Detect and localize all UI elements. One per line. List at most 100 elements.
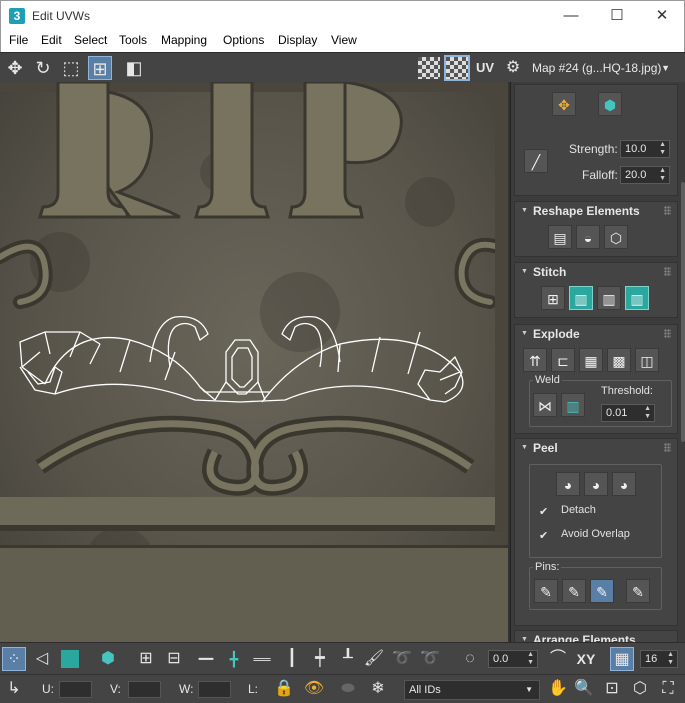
menu-tools[interactable]: Tools: [119, 33, 147, 47]
relax-settings-icon[interactable]: ⬡: [604, 225, 628, 249]
quick-peel-icon[interactable]: ◕: [556, 472, 580, 496]
arrange-header[interactable]: Arrange Elements: [515, 631, 677, 642]
maximize-button[interactable]: ☐: [594, 1, 640, 31]
zoom-selected-icon[interactable]: ⛶: [656, 677, 680, 701]
flatten-by-smoothing-icon[interactable]: ▩: [607, 348, 631, 372]
menu-file[interactable]: File: [9, 33, 28, 47]
menu-edit[interactable]: Edit: [41, 33, 62, 47]
reset-peel-icon[interactable]: ◕: [612, 472, 636, 496]
edge-mode-icon[interactable]: ◁: [30, 647, 54, 671]
menu-options[interactable]: Options: [223, 33, 264, 47]
curve-icon[interactable]: ⌒: [546, 647, 570, 671]
w-field[interactable]: [198, 681, 231, 698]
lasso-icon[interactable]: ➰: [390, 647, 414, 671]
spinner-arrows-icon: ▲ ▼: [667, 651, 674, 666]
mirror-icon[interactable]: ◧: [122, 56, 146, 80]
spinner-arrows-icon: ▲ ▼: [527, 651, 534, 666]
v-field[interactable]: [128, 681, 161, 698]
minimize-button[interactable]: —: [548, 1, 594, 31]
explode-grid-icon[interactable]: ▦: [579, 348, 603, 372]
menu-view[interactable]: View: [331, 33, 357, 47]
show-hidden-icon[interactable]: 👁: [302, 677, 326, 701]
threshold-spinner[interactable]: 0.01 ▲ ▼: [601, 404, 655, 422]
grid-value-spinner[interactable]: 16 ▲ ▼: [640, 650, 678, 668]
weld-target-icon[interactable]: ▥: [561, 393, 585, 417]
explode-rollout: Explode ⇈ ⊏ ▦ ▩ ◫ Weld ⋈ ▥ Threshold: 0.…: [514, 324, 678, 434]
edit-pins-icon[interactable]: ✎: [590, 579, 614, 603]
map-dropdown[interactable]: Map #24 (g...HQ-18.jpg) ▼: [526, 57, 678, 79]
paint-select-icon[interactable]: 🖌: [362, 647, 386, 671]
move-icon[interactable]: ✥: [3, 56, 27, 80]
xy-toggle[interactable]: XY: [572, 647, 600, 671]
freeform-mode-icon[interactable]: ⊞: [88, 56, 112, 80]
menu-mapping[interactable]: Mapping: [161, 33, 207, 47]
reshape-header[interactable]: Reshape Elements: [515, 202, 677, 220]
show-map-icon[interactable]: [444, 55, 470, 81]
stitch-average-icon[interactable]: ▥: [597, 286, 621, 310]
rotate-value-spinner[interactable]: 0.0 ▲ ▼: [488, 650, 538, 668]
stitch-to-target-icon[interactable]: ▥: [569, 286, 593, 310]
stitch-custom-icon[interactable]: ⊞: [541, 286, 565, 310]
relax-brush-icon[interactable]: ⬢: [598, 92, 622, 116]
stitch-to-source-icon[interactable]: ▥: [625, 286, 649, 310]
uv-viewport[interactable]: [0, 82, 510, 642]
menu-select[interactable]: Select: [74, 33, 107, 47]
align-vertical-icon[interactable]: ┃: [280, 647, 304, 671]
close-button[interactable]: ✕: [639, 1, 685, 31]
menu-display[interactable]: Display: [278, 33, 317, 47]
brush-rollout: ✥ ⬢ ╱ Strength: 10.0 ▲ ▼ Falloff: 20.0 ▲ ▼: [514, 84, 678, 196]
align-bottom-icon[interactable]: ┸: [336, 647, 360, 671]
falloff-spinner[interactable]: 20.0 ▲ ▼: [620, 166, 670, 184]
settings-icon[interactable]: ⚙: [501, 56, 525, 80]
pin-select-icon[interactable]: ✎: [626, 579, 650, 603]
lasso-alt-icon[interactable]: ➰: [418, 647, 442, 671]
zoom-extents-icon[interactable]: ⬡: [628, 677, 652, 701]
loop-select-icon[interactable]: ━━: [192, 647, 220, 671]
checker-pattern-icon[interactable]: [418, 57, 440, 79]
element-mode-icon[interactable]: ⬢: [96, 647, 120, 671]
avoid-overlap-checkbox[interactable]: ✔: [539, 529, 548, 542]
align-h-icon[interactable]: ┿: [308, 647, 332, 671]
flatten-by-material-icon[interactable]: ◫: [635, 348, 659, 372]
scale-icon[interactable]: ⬚: [59, 56, 83, 80]
freeze-icon[interactable]: ❄: [366, 677, 390, 701]
detach-checkbox[interactable]: ✔: [539, 505, 548, 518]
pan-icon[interactable]: ✋: [546, 677, 570, 701]
u-field[interactable]: [59, 681, 92, 698]
zoom-icon[interactable]: 🔍: [572, 677, 596, 701]
ids-dropdown[interactable]: All IDs ▼: [404, 680, 540, 700]
stitch-header[interactable]: Stitch: [515, 263, 677, 281]
explode-header[interactable]: Explode: [515, 325, 677, 343]
panel-scrollbar[interactable]: [680, 82, 685, 642]
vertex-mode-icon[interactable]: ⁘: [2, 647, 26, 671]
zoom-region-icon[interactable]: ⊡: [600, 677, 624, 701]
transform-mode-icon[interactable]: ↳: [2, 677, 26, 701]
lock-icon[interactable]: 🔒: [272, 677, 296, 701]
soft-selection-icon[interactable]: ◌: [458, 647, 482, 671]
break-icon[interactable]: ⇈: [523, 348, 547, 372]
move-brush-icon[interactable]: ✥: [552, 92, 576, 116]
strength-spinner[interactable]: 10.0 ▲ ▼: [620, 140, 670, 158]
detach-label: Detach: [561, 504, 596, 516]
scrollbar-thumb[interactable]: [681, 182, 685, 442]
threshold-value: 0.01: [606, 407, 628, 419]
uv-toggle[interactable]: UV: [473, 56, 497, 80]
face-mode-icon[interactable]: [58, 647, 82, 671]
peel-header[interactable]: Peel: [515, 439, 677, 457]
weld-selected-icon[interactable]: ⋈: [533, 393, 557, 417]
reshape-rollout: Reshape Elements ▤ ◒ ⬡: [514, 201, 678, 257]
relax-icon[interactable]: ◒: [576, 225, 600, 249]
straighten-icon[interactable]: ▤: [548, 225, 572, 249]
grid-snap-icon[interactable]: ▦: [610, 647, 634, 671]
loop-grow-icon[interactable]: ╋: [220, 647, 248, 671]
ring-select-icon[interactable]: ══: [248, 647, 276, 671]
detach-edge-icon[interactable]: ⊏: [551, 348, 575, 372]
grow-selection-icon[interactable]: ⊞: [134, 647, 158, 671]
peel-mode-icon[interactable]: ◕: [584, 472, 608, 496]
shrink-selection-icon[interactable]: ⊟: [162, 647, 186, 671]
rotate-icon[interactable]: ↻: [31, 56, 55, 80]
brush-line-icon[interactable]: ╱: [524, 149, 548, 173]
rotate-value: 0.0: [493, 653, 509, 665]
unpin-icon[interactable]: ✎: [562, 579, 586, 603]
pin-icon[interactable]: ✎: [534, 579, 558, 603]
